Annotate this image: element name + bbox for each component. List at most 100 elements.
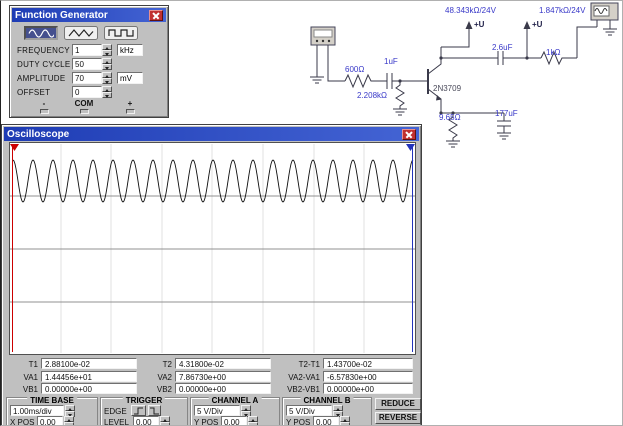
amplitude-row: AMPLITUDE 70 mV <box>10 72 168 84</box>
function-generator-window: Function Generator FREQUENCY 1 <box>9 5 169 118</box>
circuit-label: 2.208kΩ <box>357 91 387 100</box>
scope-titlebar[interactable]: Oscilloscope <box>4 127 419 141</box>
t2-t1-label: T2-T1 <box>276 360 320 369</box>
scope-controls: TIME BASE 1.00ms/div X POS 0.00 TRIGGER … <box>6 396 419 426</box>
spinner-down-icon[interactable] <box>102 78 112 84</box>
spinner-down-icon[interactable] <box>160 422 170 426</box>
duty-cycle-input[interactable]: 50 <box>72 58 102 70</box>
oscilloscope-symbol-icon <box>591 3 618 20</box>
channel-b-scale[interactable]: 5 V/Div <box>286 405 332 416</box>
duty-cycle-spinner[interactable] <box>102 58 112 70</box>
circuit-label: 48.343kΩ/24V <box>445 6 496 15</box>
amplitude-unit[interactable]: mV <box>117 72 143 84</box>
fg-titlebar[interactable]: Function Generator <box>12 8 166 22</box>
reduce-button[interactable]: REDUCE <box>375 398 421 410</box>
scope-readouts: T1 2.88100e-02 VA1 1.44456e+01 VB1 0.000… <box>8 358 417 395</box>
terminal-com-label: COM <box>75 99 94 108</box>
circuit-label: 2.6uF <box>492 43 512 52</box>
time-base-scale[interactable]: 1.00ms/div <box>10 405 64 416</box>
t2-label: T2 <box>142 360 172 369</box>
channel-a-ypos-input[interactable]: 0.00 <box>221 416 247 426</box>
vb2-vb1-label: VB2-VB1 <box>276 385 320 394</box>
duty-cycle-label: DUTY CYCLE <box>17 60 71 69</box>
triangle-wave-button[interactable] <box>64 26 98 40</box>
sine-wave-button[interactable] <box>24 26 58 40</box>
spinner-down-icon[interactable] <box>102 92 112 98</box>
amplitude-spinner[interactable] <box>102 72 112 84</box>
spinner-down-icon[interactable] <box>248 422 258 426</box>
readout-va2-va1: VA2-VA1 -6.57830e+00 <box>276 371 410 383</box>
frequency-input[interactable]: 1 <box>72 44 102 56</box>
terminal-plus-pin[interactable] <box>126 109 135 114</box>
vb1-label: VB1 <box>8 385 38 394</box>
square-icon <box>108 28 134 39</box>
va1-value: 1.44456e+01 <box>41 371 137 382</box>
terminal-plus[interactable]: + <box>118 99 142 114</box>
x-pos-input[interactable]: 0.00 <box>37 416 63 426</box>
trigger-panel: TRIGGER EDGE LEVEL 0.00 <box>100 397 188 426</box>
function-generator-symbol-icon <box>311 27 335 45</box>
terminal-minus[interactable]: - <box>32 99 56 114</box>
frequency-unit[interactable]: kHz <box>117 44 143 56</box>
va2-va1-value: -6.57830e+00 <box>323 371 413 382</box>
terminal-minus-pin[interactable] <box>40 109 49 114</box>
readout-vb2: VB2 0.00000e+00 <box>142 383 276 395</box>
fg-window-title: Function Generator <box>15 10 108 21</box>
rising-edge-icon <box>133 406 144 416</box>
marker-1-icon[interactable] <box>10 144 19 352</box>
edge-rising-button[interactable] <box>131 405 146 416</box>
channel-b-ypos-input[interactable]: 0.00 <box>313 416 339 426</box>
offset-spinner[interactable] <box>102 86 112 98</box>
close-icon[interactable] <box>149 10 163 21</box>
circuit-label: 1.847kΩ/24V <box>539 6 585 15</box>
frequency-row: FREQUENCY 1 kHz <box>10 44 168 56</box>
spinner-down-icon[interactable] <box>102 50 112 56</box>
capacitor-1uF <box>387 73 392 89</box>
x-pos-spinner[interactable] <box>64 416 74 426</box>
readout-vb1: VB1 0.00000e+00 <box>8 383 142 395</box>
terminal-com-pin[interactable] <box>80 109 89 114</box>
t1-value: 2.88100e-02 <box>41 358 137 369</box>
channel-a-ypos-spinner[interactable] <box>248 416 258 426</box>
spinner-down-icon[interactable] <box>340 422 350 426</box>
ground-icon <box>446 141 460 147</box>
duty-cycle-row: DUTY CYCLE 50 <box>10 58 168 70</box>
t2-t1-value: 1.43700e-02 <box>323 358 413 369</box>
circuit-label: 9.65Ω <box>439 113 461 122</box>
level-input[interactable]: 0.00 <box>133 416 159 426</box>
reverse-button[interactable]: REVERSE <box>375 412 421 424</box>
terminal-plus-label: + <box>128 99 133 108</box>
circuit-label: 1kΩ <box>546 48 560 57</box>
terminal-com[interactable]: COM <box>72 99 96 114</box>
amplitude-input[interactable]: 70 <box>72 72 102 84</box>
resistor-600 <box>345 75 383 87</box>
circuit-label: +U <box>532 20 542 29</box>
time-base-title: TIME BASE <box>27 396 77 405</box>
supply-arrow-icon <box>524 21 531 29</box>
transistor-2N3709 <box>428 47 442 113</box>
frequency-spinner[interactable] <box>102 44 112 56</box>
scope-window-title: Oscilloscope <box>7 129 69 140</box>
readout-va1: VA1 1.44456e+01 <box>8 371 142 383</box>
square-wave-button[interactable] <box>104 26 138 40</box>
circuit-label: +U <box>474 20 484 29</box>
readout-va2: VA2 7.86730e+00 <box>142 371 276 383</box>
spinner-down-icon[interactable] <box>64 422 74 426</box>
spinner-down-icon[interactable] <box>102 64 112 70</box>
edge-falling-button[interactable] <box>148 405 161 416</box>
level-spinner[interactable] <box>160 416 170 426</box>
channel-a-scale[interactable]: 5 V/Div <box>194 405 240 416</box>
channel-b-ypos-spinner[interactable] <box>340 416 350 426</box>
offset-input[interactable]: 0 <box>72 86 102 98</box>
close-icon[interactable] <box>402 129 416 140</box>
readout-t1: T1 2.88100e-02 <box>8 358 142 370</box>
scope-screen[interactable] <box>10 143 415 354</box>
frequency-label: FREQUENCY <box>17 46 70 55</box>
marker-2-icon[interactable] <box>406 144 415 352</box>
va1-label: VA1 <box>8 373 38 382</box>
offset-row: OFFSET 0 <box>10 86 168 98</box>
scope-display[interactable] <box>9 142 416 355</box>
va2-va1-label: VA2-VA1 <box>276 373 320 382</box>
circuit-label: 1uF <box>384 57 398 66</box>
terminals: - COM + <box>10 99 168 117</box>
